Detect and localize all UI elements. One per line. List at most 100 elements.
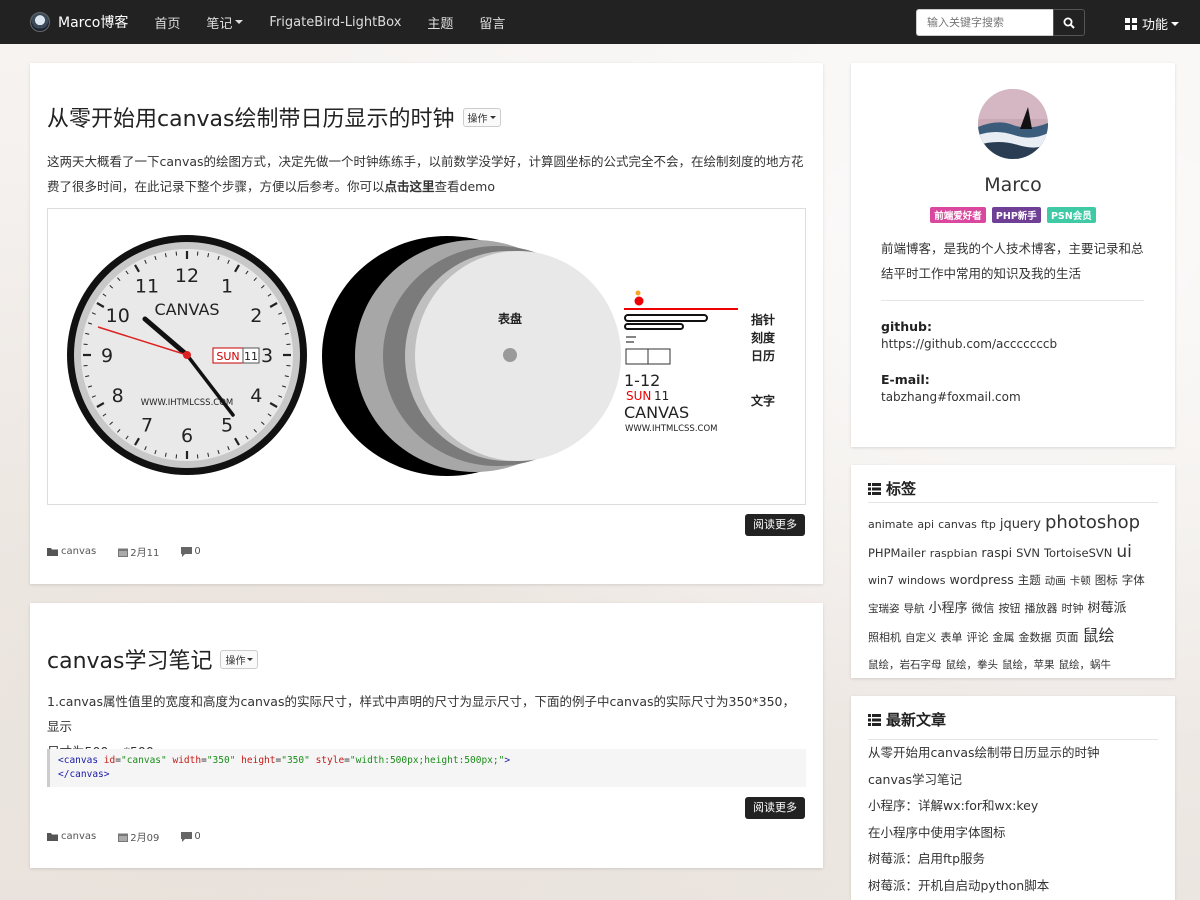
tag-link[interactable]: 宝瑞姿 xyxy=(868,596,900,623)
recent-post-link[interactable]: canvas学习笔记 xyxy=(868,767,1158,794)
tag-link[interactable]: animate xyxy=(868,512,913,539)
clock-number: 1 xyxy=(221,276,233,298)
tag-link[interactable]: 评论 xyxy=(967,625,989,652)
tag-link[interactable]: 字体 xyxy=(1122,567,1145,594)
post-excerpt: 这两天大概看了一下canvas的绘图方式，决定先做一个时钟练练手，以前数学没学好… xyxy=(47,149,807,199)
recent-post-link[interactable]: 在小程序中使用字体图标 xyxy=(868,820,1158,847)
tag-link[interactable]: api xyxy=(917,512,934,539)
tag-link[interactable]: raspi xyxy=(981,540,1012,567)
tag-link[interactable]: 图标 xyxy=(1095,567,1118,594)
read-more-button[interactable]: 阅读更多 xyxy=(745,514,805,536)
site-brand[interactable]: Marco博客 xyxy=(30,12,128,32)
profile-card: Marco 前端爱好者 PHP新手 PSN会员 前端博客，是我的个人技术博客，主… xyxy=(851,63,1175,447)
tag-link[interactable]: win7 xyxy=(868,568,894,595)
tag-link[interactable]: 卡顿 xyxy=(1070,568,1091,595)
profile-avatar xyxy=(978,89,1048,159)
badge-php: PHP新手 xyxy=(991,207,1041,223)
caret-down-icon xyxy=(235,20,244,24)
caret-down-icon xyxy=(247,657,254,661)
tag-link[interactable]: photoshop xyxy=(1045,510,1140,537)
tag-link[interactable]: 鼠绘，拳头 xyxy=(946,652,999,679)
nav-item-notes[interactable]: 笔记 xyxy=(206,13,244,32)
profile-badges: 前端爱好者 PHP新手 PSN会员 xyxy=(851,207,1175,223)
nav-item-home[interactable]: 首页 xyxy=(154,13,180,32)
nav-item-lightbox[interactable]: FrigateBird-LightBox xyxy=(269,15,401,30)
tag-link[interactable]: 鼠绘 xyxy=(1083,623,1115,650)
post-category[interactable]: canvas xyxy=(47,831,96,842)
post-card: 从零开始用canvas绘制带日历显示的时钟 操作 这两天大概看了一下canvas… xyxy=(30,63,823,584)
tag-link[interactable]: 微信 xyxy=(972,595,995,622)
post-comments[interactable]: 0 xyxy=(181,546,201,557)
read-more-button[interactable]: 阅读更多 xyxy=(745,797,805,819)
tag-link[interactable]: windows xyxy=(898,568,945,595)
code-token: "canvas" xyxy=(120,755,167,766)
post-actions-button[interactable]: 操作 xyxy=(220,649,259,669)
tag-link[interactable]: 金数据 xyxy=(1019,625,1052,652)
code-block: <canvas id="canvas" width="350" height="… xyxy=(47,749,806,787)
excerpt-text: 查看demo xyxy=(434,179,495,194)
nav-item-themes[interactable]: 主题 xyxy=(427,13,453,32)
caret-down-icon xyxy=(1171,21,1180,26)
tag-link[interactable]: PHPMailer xyxy=(868,540,926,567)
recent-post-link[interactable]: 从零开始用canvas绘制带日历显示的时钟 xyxy=(868,740,1158,767)
sample-range: 1-12 xyxy=(624,371,660,390)
function-label: 功能 xyxy=(1142,18,1169,33)
code-token: width xyxy=(172,755,202,766)
search-input[interactable] xyxy=(916,9,1053,36)
post-title[interactable]: canvas学习笔记 xyxy=(47,643,212,675)
tag-link[interactable]: 表单 xyxy=(941,625,963,652)
tag-link[interactable]: canvas xyxy=(938,512,977,539)
recent-post-link[interactable]: 树莓派：启用ftp服务 xyxy=(868,846,1158,873)
tag-link[interactable]: 页面 xyxy=(1056,624,1079,651)
tag-link[interactable]: 主题 xyxy=(1018,567,1041,594)
tag-cloud: animate api canvas ftp jquery photoshop PHPMai… xyxy=(868,510,1160,678)
tag-link[interactable]: 小程序 xyxy=(929,596,968,623)
tag-link[interactable]: 照相机 xyxy=(868,625,901,652)
tag-link[interactable]: 时钟 xyxy=(1062,596,1084,623)
tag-link[interactable]: 鼠绘，苹果 xyxy=(1002,652,1055,679)
tag-link[interactable]: 导航 xyxy=(904,596,925,623)
grid-icon xyxy=(1125,17,1137,30)
sample-url: WWW.IHTMLCSS.COM xyxy=(625,424,718,434)
post-actions-label: 操作 xyxy=(467,113,488,125)
post-title[interactable]: 从零开始用canvas绘制带日历显示的时钟 xyxy=(47,101,455,133)
clock-number: 2 xyxy=(250,305,262,327)
tag-link[interactable]: 按钮 xyxy=(999,596,1021,623)
tag-link[interactable]: 树莓派 xyxy=(1088,596,1127,623)
function-menu[interactable]: 功能 xyxy=(1125,14,1180,33)
list-icon xyxy=(868,713,881,726)
tag-link[interactable]: jquery xyxy=(1000,512,1041,539)
recent-heading: 最新文章 xyxy=(868,709,946,730)
tag-link[interactable]: 动画 xyxy=(1045,568,1066,595)
tag-link[interactable]: 鼠绘，岩石字母 xyxy=(868,652,942,679)
github-link[interactable]: https://github.com/acccccccb xyxy=(881,337,1057,351)
search-button[interactable] xyxy=(1053,9,1085,36)
recent-post-link[interactable]: 树莓派：开机自启动python脚本 xyxy=(868,873,1158,900)
tag-link[interactable]: TortoiseSVN xyxy=(1044,540,1112,567)
calendar-icon xyxy=(118,548,129,557)
tag-link[interactable]: 金属 xyxy=(993,625,1015,652)
code-token: "width:500px;height:500px;" xyxy=(349,755,505,766)
recent-post-link[interactable]: 小程序：详解wx:for和wx:key xyxy=(868,793,1158,820)
clock-brand: CANVAS xyxy=(154,300,219,319)
post-comments[interactable]: 0 xyxy=(181,831,201,842)
tag-link[interactable]: raspbian xyxy=(930,541,978,568)
profile-bio: 前端博客，是我的个人技术博客，主要记录和总 结平时工作中常用的知识及我的生活 xyxy=(881,236,1151,286)
legend-label-ticks: 刻度 xyxy=(751,330,776,345)
tag-link[interactable]: wordpress xyxy=(950,567,1014,594)
tag-link[interactable]: 鼠绘，蜗牛 xyxy=(1059,652,1112,679)
tag-link[interactable]: 播放器 xyxy=(1025,596,1058,623)
nav-item-guestbook[interactable]: 留言 xyxy=(479,13,505,32)
sample-date: 11 xyxy=(654,389,669,403)
tag-link[interactable]: ui xyxy=(1116,539,1132,566)
badge-psn: PSN会员 xyxy=(1046,207,1096,223)
tag-link[interactable]: ftp xyxy=(981,512,996,539)
tag-link[interactable]: 自定义 xyxy=(905,625,937,652)
calendar-icon xyxy=(118,833,129,842)
post-actions-button[interactable]: 操作 xyxy=(462,107,501,127)
post-category[interactable]: canvas xyxy=(47,546,96,557)
tag-link[interactable]: SVN xyxy=(1016,540,1040,567)
brand-label: Marco博客 xyxy=(58,15,129,31)
clock-number: 11 xyxy=(135,276,159,298)
demo-link[interactable]: 点击这里 xyxy=(385,179,435,194)
